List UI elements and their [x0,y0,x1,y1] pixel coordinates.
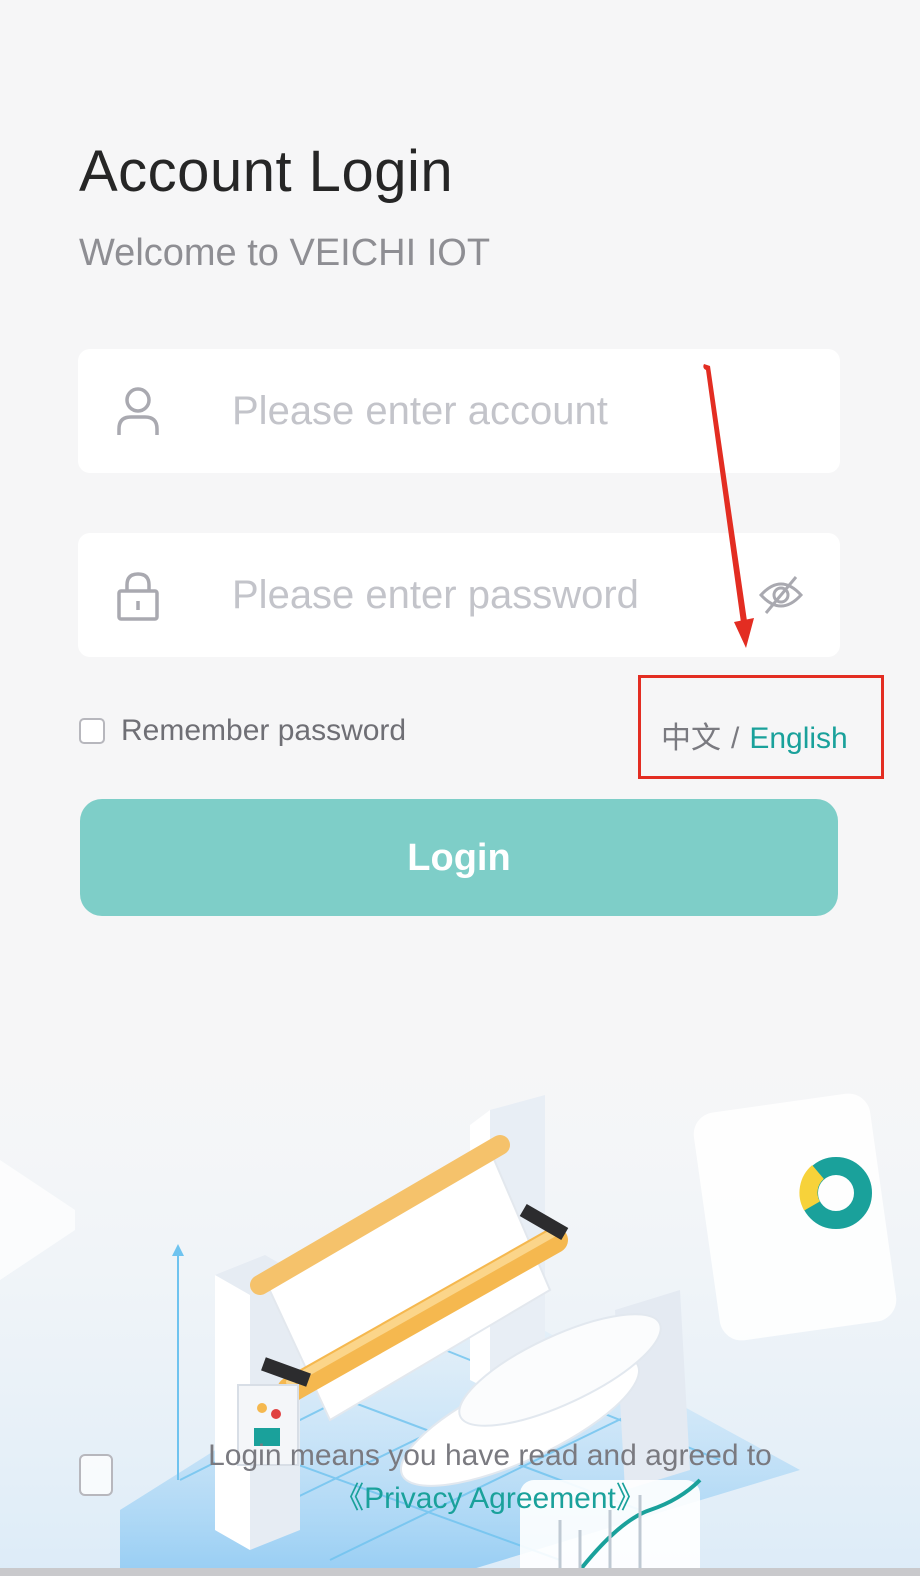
agreement-text: Login means you have read and agreed to … [140,1434,840,1520]
remember-password-checkbox[interactable] [79,718,105,744]
remember-password[interactable]: Remember password [79,714,406,748]
password-input[interactable] [232,533,752,657]
annotation-arrow [703,364,754,648]
user-icon [117,387,159,435]
page-subtitle: Welcome to VEICHI IOT [79,232,491,274]
account-input[interactable] [232,349,752,473]
page-title: Account Login [79,139,454,204]
annotation-highlight-box [638,675,884,779]
remember-password-label: Remember password [121,714,407,747]
bottom-bar [0,1568,920,1576]
agreement-checkbox[interactable] [79,1454,113,1496]
login-button[interactable]: Login [80,799,838,916]
lock-icon [117,572,159,621]
agreement-statement: Login means you have read and agreed to [208,1439,772,1472]
login-page: Account Login Welcome to VEICHI IOT Reme… [0,0,920,1576]
privacy-agreement-link[interactable]: 《Privacy Agreement》 [334,1482,646,1515]
